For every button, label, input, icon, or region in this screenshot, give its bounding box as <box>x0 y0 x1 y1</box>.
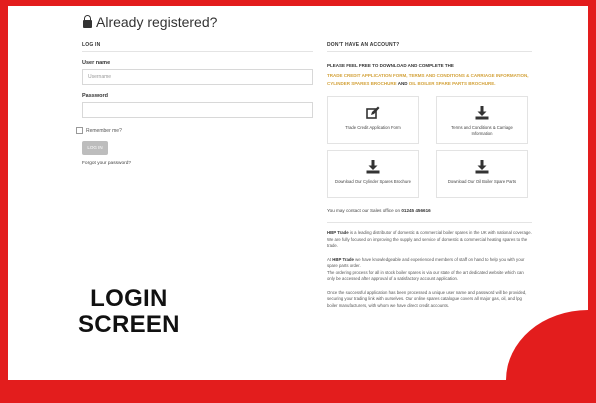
download-grid: Trade Credit Application Form Terms and … <box>327 96 532 198</box>
login-section-title: LOG IN <box>82 42 313 52</box>
remember-me-row[interactable]: Remember me? <box>76 127 313 134</box>
about-text: We are fully focused on improving the su… <box>327 236 528 249</box>
download-icon <box>475 160 489 174</box>
download-card-label: Trade Credit Application Form <box>345 125 401 130</box>
download-icon <box>366 160 380 174</box>
oil-brochure-link[interactable]: OIL BOILER SPARE PARTS BROCHURE. <box>409 81 496 86</box>
lock-icon <box>83 15 92 28</box>
username-input[interactable]: Username <box>82 69 313 85</box>
brand-name: HBP Trade <box>327 230 349 235</box>
login-button[interactable]: LOG IN <box>82 141 108 155</box>
caption-line-1: LOGIN <box>90 285 168 312</box>
edit-icon <box>366 106 380 119</box>
download-card-label: Download Our Cylinder Spares Brochure <box>335 179 411 184</box>
about-text: is a leading distributor of domestic & c… <box>349 230 532 235</box>
forgot-password-link[interactable]: Forgot your password? <box>82 161 313 166</box>
remember-checkbox[interactable] <box>76 127 83 134</box>
password-input[interactable] <box>82 102 313 118</box>
brand-name: HBP Trade <box>332 256 354 262</box>
download-links: TRADE CREDIT APPLICATION FORM, TERMS AND… <box>327 72 532 88</box>
download-card-oil-boiler[interactable]: Download Our Oil Boiler Spare Parts <box>436 150 528 198</box>
about-paragraph-1: HBP Trade is a leading distributor of do… <box>327 230 532 250</box>
contact-prefix: You may contact our Sales office on <box>327 208 401 213</box>
about-paragraph-2: At HBP Trade we have knowledgeable and e… <box>327 257 532 283</box>
cylinder-brochure-link[interactable]: CYLINDER SPARES BROCHURE <box>327 81 397 86</box>
page-header: Already registered? <box>83 14 217 30</box>
links-line-1[interactable]: TRADE CREDIT APPLICATION FORM, TERMS AND… <box>327 72 532 80</box>
page-title: Already registered? <box>96 14 218 30</box>
download-card-credit-form[interactable]: Trade Credit Application Form <box>327 96 419 144</box>
about-text: The ordering process for all in stock bo… <box>327 269 524 282</box>
red-corner-decoration <box>506 310 588 380</box>
download-icon <box>475 106 489 120</box>
contact-line: You may contact our Sales office on 0124… <box>327 208 532 213</box>
download-card-label: Download Our Oil Boiler Spare Parts <box>447 179 517 184</box>
remember-label: Remember me? <box>86 127 122 134</box>
username-label: User name <box>82 60 111 66</box>
download-card-terms[interactable]: Terms and Conditions & Carriage Informat… <box>436 96 528 144</box>
about-text: we have knowledgeable and experienced me… <box>327 256 525 269</box>
about-text: At <box>327 256 332 262</box>
links-and: AND <box>397 81 408 86</box>
password-label: Password <box>82 93 108 99</box>
register-panel: DON'T HAVE AN ACCOUNT? PLEASE FEEL FREE … <box>327 42 532 309</box>
divider <box>327 222 532 223</box>
download-card-label: Terms and Conditions & Carriage Informat… <box>451 125 513 136</box>
caption-line-2: SCREEN <box>78 311 180 338</box>
contact-phone[interactable]: 01245 456616 <box>401 208 430 213</box>
download-intro: PLEASE FEEL FREE TO DOWNLOAD AND COMPLET… <box>327 63 454 68</box>
about-paragraph-3: Once the successful application has been… <box>327 289 527 308</box>
screen-caption: LOGIN SCREEN <box>78 286 180 338</box>
login-panel: LOG IN User name Username Password Remem… <box>76 42 313 166</box>
download-card-cylinder[interactable]: Download Our Cylinder Spares Brochure <box>327 150 419 198</box>
register-section-title: DON'T HAVE AN ACCOUNT? <box>327 42 532 52</box>
